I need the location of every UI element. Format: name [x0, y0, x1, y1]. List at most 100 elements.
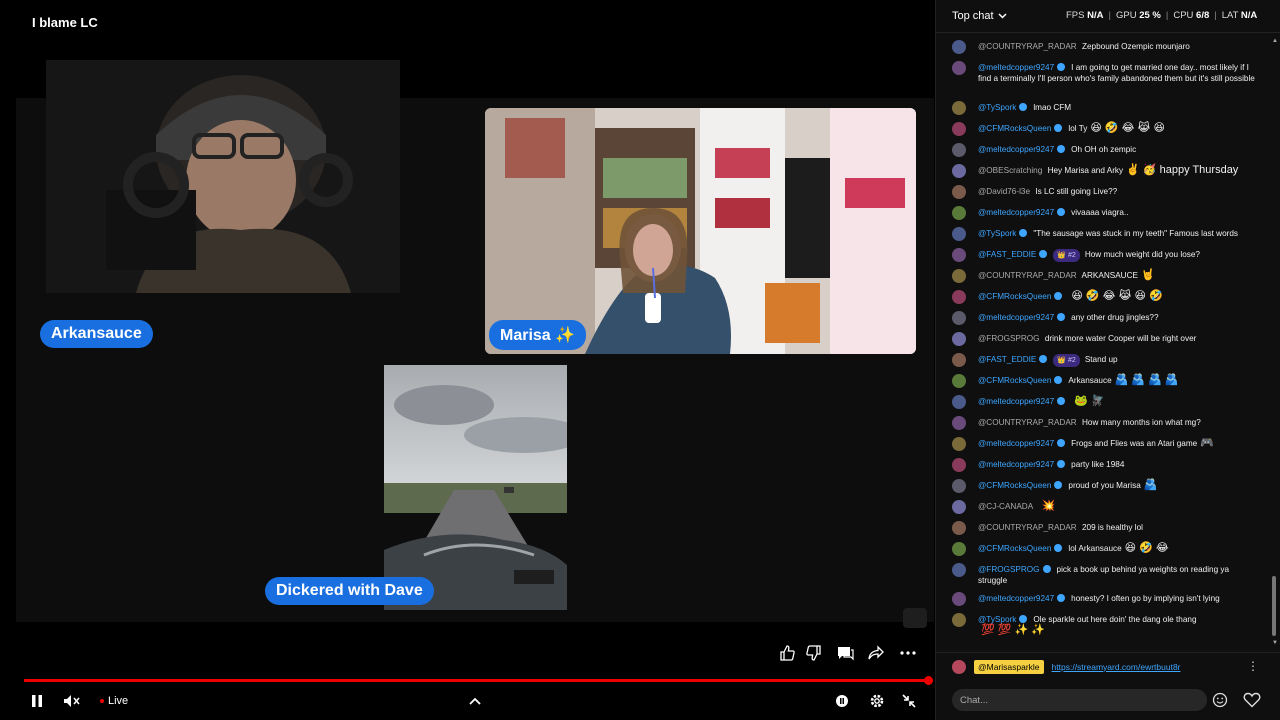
emoji-icon[interactable]: [1212, 692, 1228, 708]
avatar[interactable]: [952, 290, 966, 304]
avatar[interactable]: [952, 374, 966, 388]
dislike-icon[interactable]: [801, 640, 827, 666]
chat-message[interactable]: @FROGSPROG pick a book up behind ya weigh…: [936, 559, 1266, 588]
avatar[interactable]: [952, 332, 966, 346]
message-author[interactable]: @meltedcopper9247: [978, 460, 1054, 469]
message-author[interactable]: @CFMRocksQueen: [978, 376, 1051, 385]
chat-scrollbar[interactable]: [1272, 576, 1276, 636]
chevron-up-icon[interactable]: [467, 690, 483, 712]
message-author[interactable]: @meltedcopper9247: [978, 313, 1054, 322]
more-vert-icon[interactable]: ⋮: [1247, 659, 1259, 673]
message-author[interactable]: @FAST_EDDIE: [978, 355, 1036, 364]
like-icon[interactable]: [774, 640, 800, 666]
chat-message[interactable]: @COUNTRYRAP_RADAR How many months ion wh…: [936, 412, 1266, 433]
share-icon[interactable]: [863, 640, 889, 666]
avatar[interactable]: [952, 542, 966, 556]
settings-icon[interactable]: [868, 690, 886, 712]
chat-message[interactable]: @CFMRocksQueen Arkansauce 🫂 🫂 🫂 🫂: [936, 370, 1266, 391]
message-author[interactable]: @meltedcopper9247: [978, 63, 1054, 72]
chat-message[interactable]: @COUNTRYRAP_RADAR ARKANSAUCE 🤘: [936, 265, 1266, 286]
mute-icon[interactable]: [62, 690, 82, 712]
chat-message[interactable]: @TySpork Ole sparkle out here doin' the d…: [936, 609, 1266, 638]
chat-messages[interactable]: @COUNTRYRAP_RADAR Zepbound Ozempic mounj…: [936, 36, 1266, 650]
avatar[interactable]: [952, 61, 966, 75]
avatar[interactable]: [952, 521, 966, 535]
avatar[interactable]: [952, 227, 966, 241]
avatar[interactable]: [952, 40, 966, 54]
chat-message[interactable]: @TySpork lmao CFM: [936, 97, 1266, 118]
fullscreen-exit-icon[interactable]: [900, 690, 918, 712]
chat-message[interactable]: @CFMRocksQueen lol Arkansauce 😆 🤣 😂: [936, 538, 1266, 559]
chat-message[interactable]: @meltedcopper9247 party like 1984: [936, 454, 1266, 475]
message-author[interactable]: @COUNTRYRAP_RADAR: [978, 42, 1077, 51]
avatar[interactable]: [952, 248, 966, 262]
progress-scrubber[interactable]: [924, 676, 933, 685]
chat-message[interactable]: @TySpork "The sausage was stuck in my tee…: [936, 223, 1266, 244]
avatar[interactable]: [952, 416, 966, 430]
autoplay-icon[interactable]: [834, 690, 850, 712]
avatar[interactable]: [952, 143, 966, 157]
message-author[interactable]: @meltedcopper9247: [978, 439, 1054, 448]
message-author[interactable]: @David76-l3e: [978, 187, 1030, 196]
avatar[interactable]: [952, 458, 966, 472]
chat-message[interactable]: @meltedcopper9247 honesty? I often go by …: [936, 588, 1266, 609]
avatar[interactable]: [952, 164, 966, 178]
message-author[interactable]: @CFMRocksQueen: [978, 481, 1051, 490]
message-author[interactable]: @COUNTRYRAP_RADAR: [978, 523, 1077, 532]
chat-message[interactable]: @FROGSPROG drink more water Cooper will …: [936, 328, 1266, 349]
message-author[interactable]: @CFMRocksQueen: [978, 292, 1051, 301]
scroll-down-icon[interactable]: ▼: [1272, 640, 1278, 646]
message-author[interactable]: @meltedcopper9247: [978, 145, 1054, 154]
chat-message[interactable]: @meltedcopper9247 vivaaaa viagra..: [936, 202, 1266, 223]
chat-message[interactable]: @COUNTRYRAP_RADAR Zepbound Ozempic mounj…: [936, 36, 1266, 57]
message-author[interactable]: @TySpork: [978, 615, 1016, 624]
live-indicator[interactable]: Live: [100, 690, 128, 712]
message-author[interactable]: @FROGSPROG: [978, 565, 1040, 574]
avatar[interactable]: [952, 353, 966, 367]
message-author[interactable]: @FROGSPROG: [978, 334, 1040, 343]
scroll-up-icon[interactable]: ▲: [1272, 38, 1278, 44]
avatar[interactable]: [952, 563, 966, 577]
avatar[interactable]: [952, 500, 966, 514]
chat-input[interactable]: [952, 689, 1207, 711]
avatar[interactable]: [952, 437, 966, 451]
message-author[interactable]: @TySpork: [978, 103, 1016, 112]
progress-bar[interactable]: [24, 679, 930, 682]
chat-message[interactable]: @meltedcopper9247 any other drug jingles?…: [936, 307, 1266, 328]
avatar[interactable]: [952, 613, 966, 627]
message-author[interactable]: @CFMRocksQueen: [978, 124, 1051, 133]
avatar[interactable]: [952, 101, 966, 115]
chat-message[interactable]: @meltedcopper9247 🐸 🪰: [936, 391, 1266, 412]
pinned-author[interactable]: @Marisasparkle: [974, 659, 1044, 674]
video-player[interactable]: I blame LC Arkansauce Marisa ✨ Dickered …: [0, 0, 935, 720]
avatar[interactable]: [952, 206, 966, 220]
chat-message[interactable]: @OBEScratching Hey Marisa and Arky ✌️ 🥳 h…: [936, 160, 1266, 181]
heart-icon[interactable]: [1243, 692, 1261, 708]
message-author[interactable]: @CJ-CANADA: [978, 502, 1033, 511]
chat-message[interactable]: @meltedcopper9247 Frogs and Flies was an …: [936, 433, 1266, 454]
chat-message[interactable]: @CJ-CANADA 💥: [936, 496, 1266, 517]
message-author[interactable]: @COUNTRYRAP_RADAR: [978, 271, 1077, 280]
avatar[interactable]: [952, 395, 966, 409]
chat-message[interactable]: @CFMRocksQueen lol Ty 😆 🤣 😂 😹 😆: [936, 118, 1266, 139]
chat-message[interactable]: @COUNTRYRAP_RADAR 209 is healthy lol: [936, 517, 1266, 538]
avatar[interactable]: [952, 122, 966, 136]
chat-mode-dropdown[interactable]: Top chat: [952, 10, 1007, 22]
chat-message[interactable]: @FAST_EDDIE 👑 #2 Stand up: [936, 349, 1266, 370]
chat-message[interactable]: @meltedcopper9247 Oh OH oh zempic: [936, 139, 1266, 160]
more-icon[interactable]: [895, 640, 921, 666]
avatar[interactable]: [952, 185, 966, 199]
chat-message[interactable]: @CFMRocksQueen 😆 🤣 😂 😹 😆 🤣: [936, 286, 1266, 307]
message-author[interactable]: @meltedcopper9247: [978, 208, 1054, 217]
avatar[interactable]: [952, 592, 966, 606]
message-author[interactable]: @OBEScratching: [978, 166, 1042, 175]
chat-icon[interactable]: [832, 640, 858, 666]
avatar[interactable]: [952, 479, 966, 493]
pinned-link[interactable]: https://streamyard.com/ewrtbuut8r: [1052, 662, 1181, 672]
message-author[interactable]: @FAST_EDDIE: [978, 250, 1036, 259]
message-author[interactable]: @COUNTRYRAP_RADAR: [978, 418, 1077, 427]
message-author[interactable]: @meltedcopper9247: [978, 594, 1054, 603]
avatar[interactable]: [952, 269, 966, 283]
chat-message[interactable]: @CFMRocksQueen proud of you Marisa 🫂: [936, 475, 1266, 496]
avatar[interactable]: [952, 311, 966, 325]
